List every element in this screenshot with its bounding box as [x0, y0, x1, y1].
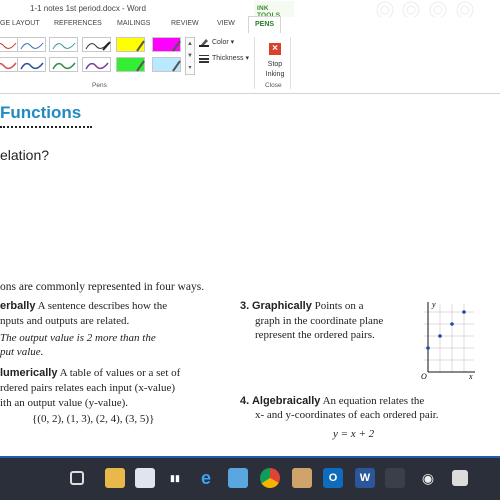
- question-text: elation?: [0, 147, 50, 163]
- pen-swatch-blue[interactable]: [17, 37, 46, 52]
- item2-heading: lumerically: [0, 367, 58, 379]
- stop-inking-button[interactable]: ×: [264, 38, 286, 55]
- item4-heading: Algebraically: [251, 395, 321, 407]
- item3-line1: 3. Graphically Points on a: [240, 300, 364, 312]
- app-icon[interactable]: [385, 468, 405, 488]
- edge-browser-icon[interactable]: e: [196, 468, 216, 488]
- dotted-underline: [0, 126, 92, 128]
- pens-group-label: Pens: [92, 82, 107, 89]
- tab-references[interactable]: REFERENCES: [54, 20, 102, 27]
- tab-view[interactable]: VIEW: [217, 20, 235, 27]
- windows-taskbar: ▮▮ e O W ◉: [0, 458, 500, 500]
- file-explorer-icon[interactable]: [105, 468, 125, 488]
- color-button[interactable]: Color ▾: [212, 38, 234, 46]
- ribbon: ▲ ▼ ▾ Color ▾ Thickness ▾ Pens × Stop In…: [0, 33, 500, 94]
- thickness-button[interactable]: Thickness ▾: [212, 54, 249, 62]
- item3-line2: graph in the coordinate plane: [255, 315, 384, 327]
- graph-point: [426, 346, 430, 350]
- item2-line3: ith an output value (y-value).: [0, 397, 128, 409]
- intro-text: ons are commonly represented in four way…: [0, 281, 205, 293]
- tab-review[interactable]: REVIEW: [171, 20, 199, 27]
- highlighter-swatch-magenta[interactable]: [152, 37, 181, 52]
- graph-point: [438, 334, 442, 338]
- item4-line1: 4. Algebraically An equation relates the: [240, 395, 425, 407]
- chevron-down-icon: ▾: [228, 39, 235, 46]
- snipping-icon[interactable]: [292, 468, 312, 488]
- tab-pens[interactable]: PENS: [248, 16, 282, 34]
- item3-line3: represent the ordered pairs.: [255, 329, 375, 341]
- scroll-up-icon[interactable]: ▲: [186, 38, 194, 50]
- gallery-more-icon[interactable]: ▾: [186, 62, 194, 74]
- item1-line2: nputs and outputs are related.: [0, 315, 130, 327]
- graph-point: [462, 310, 466, 314]
- graph-point: [450, 322, 454, 326]
- highlighter-swatch-yellow[interactable]: [116, 37, 145, 52]
- pen-swatch-teal[interactable]: [49, 37, 78, 52]
- item1-heading: erbally: [0, 300, 36, 312]
- settings-icon[interactable]: ◉: [418, 468, 438, 488]
- ribbon-tab-bar: GE LAYOUT REFERENCES MAILINGS REVIEW VIE…: [0, 16, 500, 34]
- coordinate-graph: y x O: [421, 300, 475, 380]
- item4-number: 4.: [240, 395, 250, 407]
- close-icon: ×: [269, 43, 281, 55]
- item1-example-line1: The output value is 2 more than the: [0, 332, 156, 344]
- item1-example-line2: put value.: [0, 346, 44, 358]
- origin-label: O: [421, 372, 427, 380]
- app-icon[interactable]: [452, 470, 468, 486]
- item3-number: 3.: [240, 300, 250, 312]
- tab-mailings[interactable]: MAILINGS: [117, 20, 150, 27]
- pen-gallery-scroll[interactable]: ▲ ▼ ▾: [185, 37, 195, 75]
- outlook-icon[interactable]: O: [323, 468, 343, 488]
- color-label: Color: [212, 39, 229, 46]
- item4-equation: y = x + 2: [333, 428, 375, 440]
- thickness-label: Thickness: [212, 55, 244, 62]
- pen-swatch-purple[interactable]: [82, 57, 111, 72]
- chevron-down-icon: ▾: [243, 55, 249, 62]
- highlighter-swatch-green[interactable]: [116, 57, 145, 72]
- close-group-label: Close: [265, 82, 282, 89]
- chrome-icon[interactable]: [260, 468, 280, 488]
- pen-color-icon: [199, 39, 209, 47]
- item2-line2: rdered pairs relates each input (x-value…: [0, 382, 175, 394]
- window-title: 1-1 notes 1st period.docx - Word: [30, 4, 146, 13]
- photos-icon[interactable]: [228, 468, 248, 488]
- highlighter-swatch-lightblue[interactable]: [152, 57, 181, 72]
- pen-swatch-dark[interactable]: [82, 37, 111, 52]
- tab-page-layout[interactable]: GE LAYOUT: [0, 20, 40, 27]
- edge-icon[interactable]: ▮▮: [165, 468, 185, 488]
- item3-heading: Graphically: [251, 300, 312, 312]
- stop-inking-label[interactable]: Stop Inking: [256, 60, 294, 80]
- item2-line1: lumerically A table of values or a set o…: [0, 367, 181, 379]
- group-divider: [254, 37, 255, 89]
- word-icon[interactable]: W: [355, 468, 375, 488]
- y-axis-label: y: [431, 300, 436, 309]
- pen-swatch-green[interactable]: [49, 57, 78, 72]
- task-view-icon[interactable]: [70, 471, 84, 485]
- item2-ordered-pairs: {(0, 2), (1, 3), (2, 4), (3, 5)}: [32, 413, 155, 425]
- pen-swatch-blue-2[interactable]: [17, 57, 46, 72]
- item1-line1: erbally A sentence describes how the: [0, 300, 168, 312]
- thickness-icon: [199, 55, 209, 63]
- store-icon[interactable]: [135, 468, 155, 488]
- x-axis-label: x: [468, 372, 473, 380]
- item4-line2: x- and y-coordinates of each ordered pai…: [255, 409, 439, 421]
- scroll-down-icon[interactable]: ▼: [186, 50, 194, 62]
- page-title: Functions: [0, 103, 82, 122]
